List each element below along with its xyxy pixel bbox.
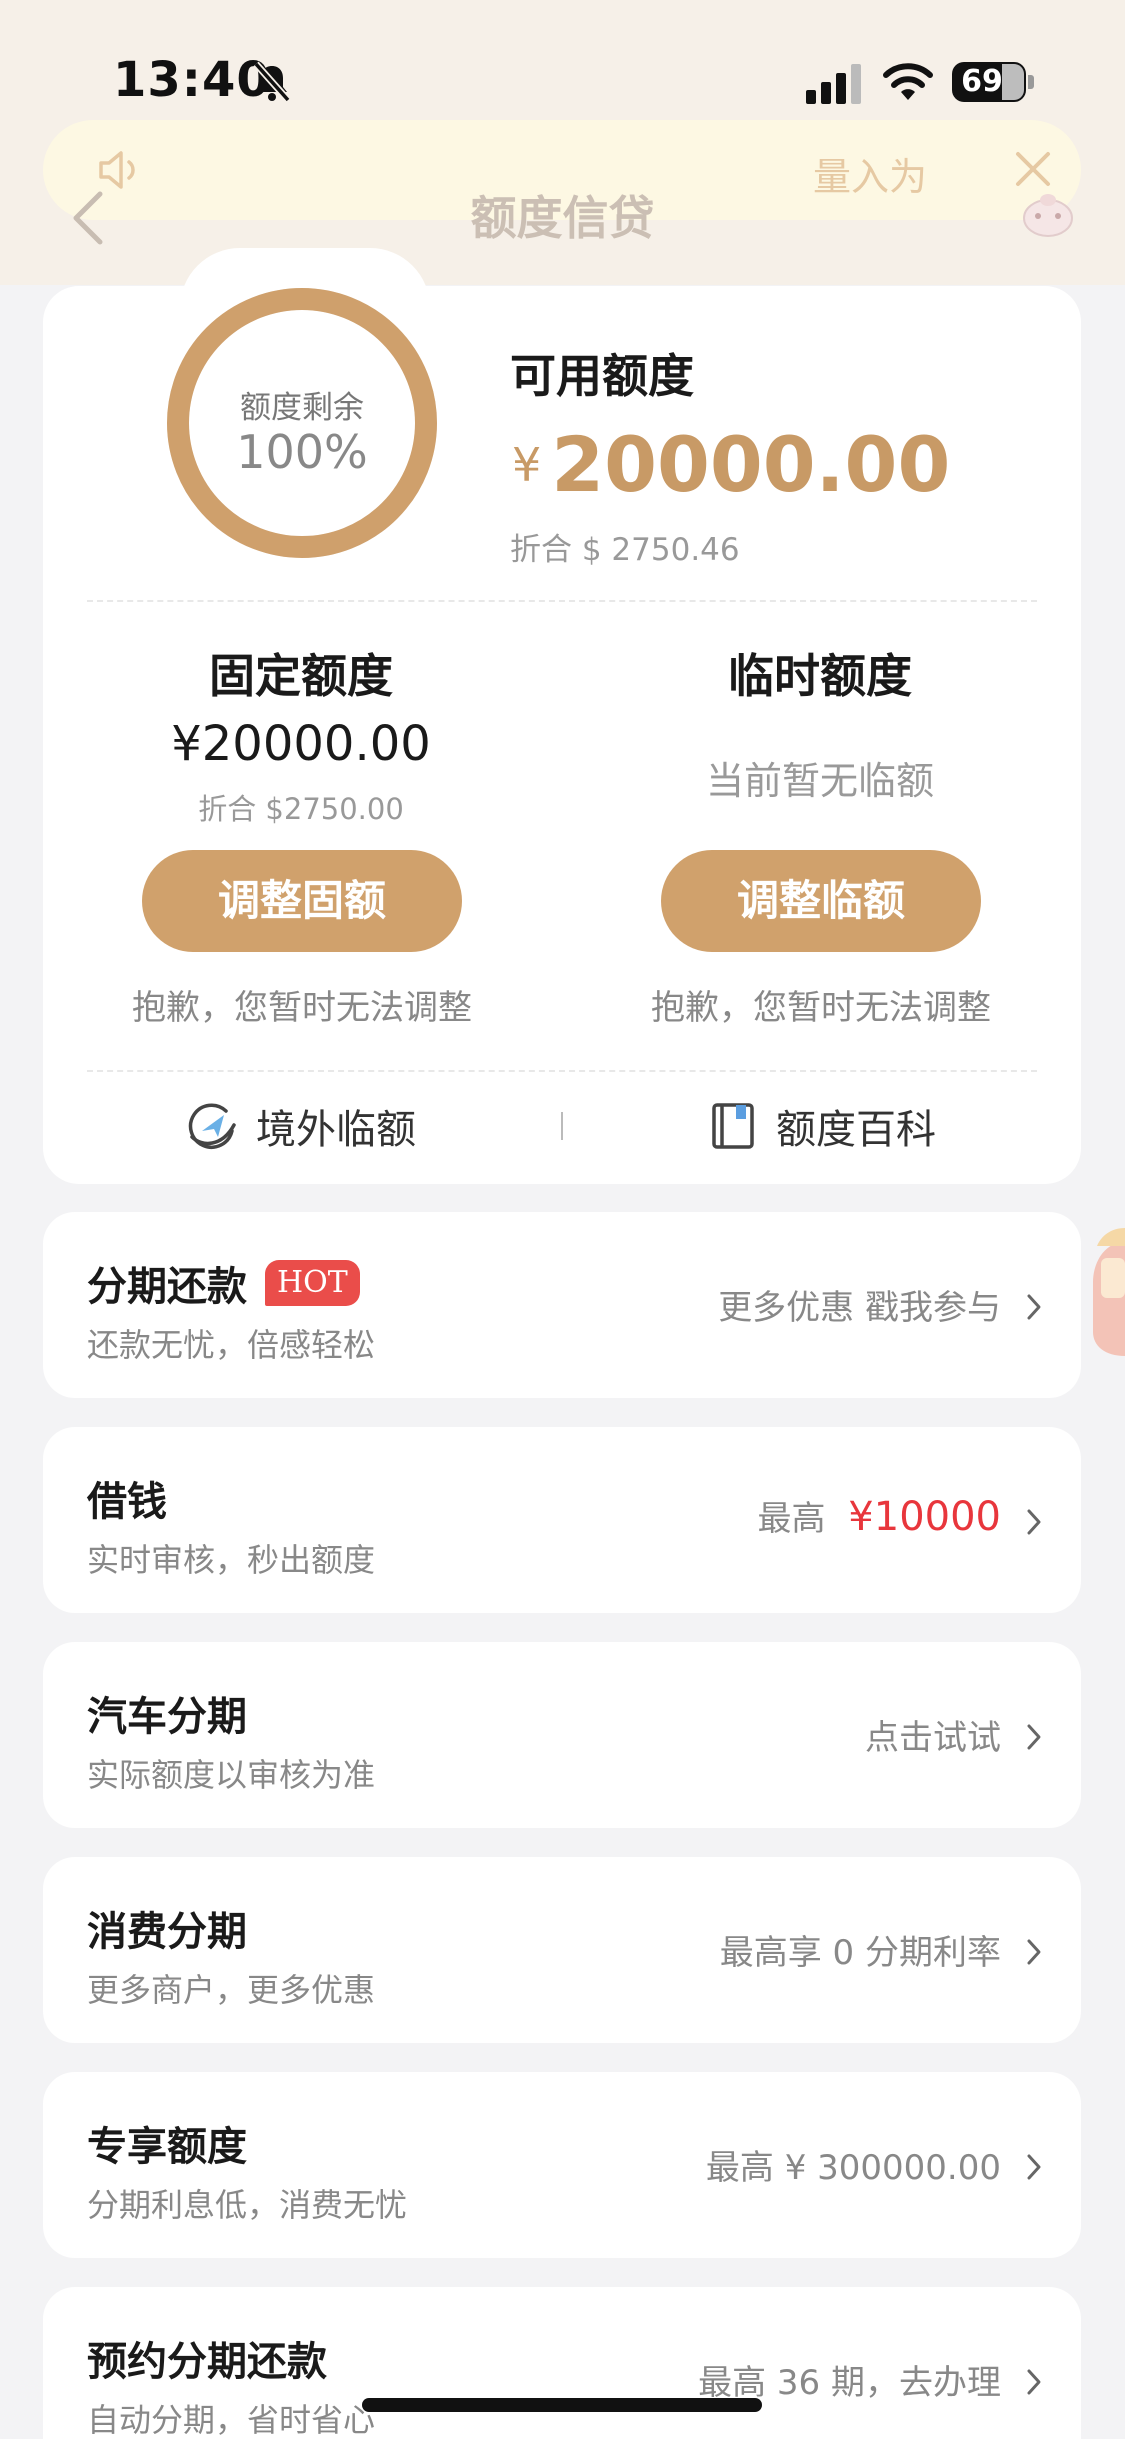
currency-symbol: ¥ bbox=[512, 438, 542, 492]
adjust-fixed-button[interactable]: 调整固额 bbox=[142, 850, 462, 952]
fixed-adjust-note: 抱歉，您暂时无法调整 bbox=[132, 988, 472, 1028]
ring-label: 额度剩余 bbox=[240, 390, 364, 426]
available-credit-convert: 折合 $ 2750.46 bbox=[510, 532, 740, 568]
battery-level: 69 bbox=[961, 64, 1003, 99]
list-item-car-installment[interactable]: 汽车分期 实际额度以审核为准 点击试试 bbox=[43, 1642, 1081, 1828]
fixed-credit-amount: ¥20000.00 bbox=[171, 716, 431, 772]
available-amount-value: 20000.00 bbox=[551, 420, 951, 509]
fixed-credit-title: 固定额度 bbox=[209, 649, 393, 703]
divider bbox=[87, 600, 1037, 602]
chevron-right-icon bbox=[1027, 1294, 1041, 1320]
max-loan-amount: ¥10000 bbox=[848, 1494, 1001, 1540]
list-item-title: 专享额度 bbox=[87, 2124, 247, 2170]
list-item-subtitle: 还款无忧，倍感轻松 bbox=[87, 1326, 376, 1364]
chevron-right-icon bbox=[1027, 1509, 1041, 1535]
list-item-title: 汽车分期 bbox=[87, 1694, 247, 1740]
mascot-icon[interactable] bbox=[1018, 190, 1078, 240]
list-item-action-text: 最高 ¥10000 bbox=[757, 1491, 1001, 1540]
list-item-subtitle: 分期利息低，消费无忧 bbox=[87, 2186, 408, 2224]
list-item-title: 分期还款 HOT bbox=[87, 1254, 360, 1312]
overseas-temp-credit-link[interactable]: 境外临额 bbox=[188, 1096, 416, 1156]
floating-gift-icon[interactable] bbox=[1071, 1222, 1125, 1356]
link-separator bbox=[561, 1112, 563, 1140]
list-item-installment-repay[interactable]: 分期还款 HOT 还款无忧，倍感轻松 更多优惠 戳我参与 bbox=[43, 1212, 1081, 1398]
page-title: 额度信贷 bbox=[470, 191, 655, 245]
home-indicator bbox=[362, 2398, 762, 2412]
chevron-right-icon bbox=[1027, 2154, 1041, 2180]
list-item-subtitle: 实时审核，秒出额度 bbox=[87, 1541, 376, 1579]
list-item-action-text: 最高 36 期，去办理 bbox=[698, 2363, 1001, 2403]
list-item-scheduled-installment[interactable]: 预约分期还款 自动分期，省时省心 最高 36 期，去办理 bbox=[43, 2287, 1081, 2439]
ring-percent: 100% bbox=[236, 425, 368, 479]
list-item-title: 预约分期还款 bbox=[87, 2339, 327, 2385]
list-item-title: 消费分期 bbox=[87, 1909, 247, 1955]
chevron-right-icon bbox=[1027, 1939, 1041, 1965]
available-credit-amount: ¥20000.00 bbox=[512, 420, 950, 509]
available-credit-title: 可用额度 bbox=[510, 349, 694, 403]
list-item-subtitle: 自动分期，省时省心 bbox=[87, 2401, 376, 2439]
list-item-exclusive-credit[interactable]: 专享额度 分期利息低，消费无忧 最高 ¥ 300000.00 bbox=[43, 2072, 1081, 2258]
credit-encyclopedia-link[interactable]: 额度百科 bbox=[708, 1096, 936, 1156]
list-item-subtitle: 更多商户，更多优惠 bbox=[87, 1971, 376, 2009]
list-item-action-text: 点击试试 bbox=[865, 1718, 1001, 1758]
silent-bell-icon bbox=[253, 61, 291, 103]
hot-badge: HOT bbox=[265, 1260, 360, 1306]
list-item-title: 借钱 bbox=[87, 1479, 167, 1525]
book-icon bbox=[712, 1103, 754, 1149]
temporary-credit-empty: 当前暂无临额 bbox=[705, 759, 934, 803]
temporary-credit-title: 临时额度 bbox=[728, 649, 912, 703]
adjust-temporary-button[interactable]: 调整临额 bbox=[661, 850, 981, 952]
list-item-title-text: 分期还款 bbox=[87, 1264, 247, 1310]
list-item-borrow[interactable]: 借钱 实时审核，秒出额度 最高 ¥10000 bbox=[43, 1427, 1081, 1613]
chevron-right-icon bbox=[1027, 1724, 1041, 1750]
clock: 13:40 bbox=[113, 52, 271, 108]
link-label: 额度百科 bbox=[776, 1107, 936, 1153]
battery-indicator: 69 bbox=[952, 62, 1034, 102]
cellular-signal-icon bbox=[806, 64, 861, 104]
temporary-adjust-note: 抱歉，您暂时无法调整 bbox=[651, 988, 991, 1028]
overseas-plane-icon bbox=[188, 1103, 236, 1149]
list-item-consumer-installment[interactable]: 消费分期 更多商户，更多优惠 最高享 0 分期利率 bbox=[43, 1857, 1081, 2043]
chevron-right-icon bbox=[1027, 2369, 1041, 2395]
divider bbox=[87, 1070, 1037, 1072]
fixed-credit-convert: 折合 $2750.00 bbox=[198, 792, 404, 826]
list-item-action-text: 更多优惠 戳我参与 bbox=[718, 1288, 1001, 1328]
list-item-action-text: 最高 ¥ 300000.00 bbox=[705, 2148, 1001, 2188]
link-label: 境外临额 bbox=[256, 1107, 416, 1153]
list-item-subtitle: 实际额度以审核为准 bbox=[87, 1756, 376, 1794]
wifi-icon bbox=[883, 63, 933, 100]
list-item-action-text: 最高享 0 分期利率 bbox=[719, 1933, 1001, 1973]
max-prefix: 最高 bbox=[757, 1499, 826, 1539]
status-bar: 13:40 69 bbox=[0, 0, 1125, 130]
